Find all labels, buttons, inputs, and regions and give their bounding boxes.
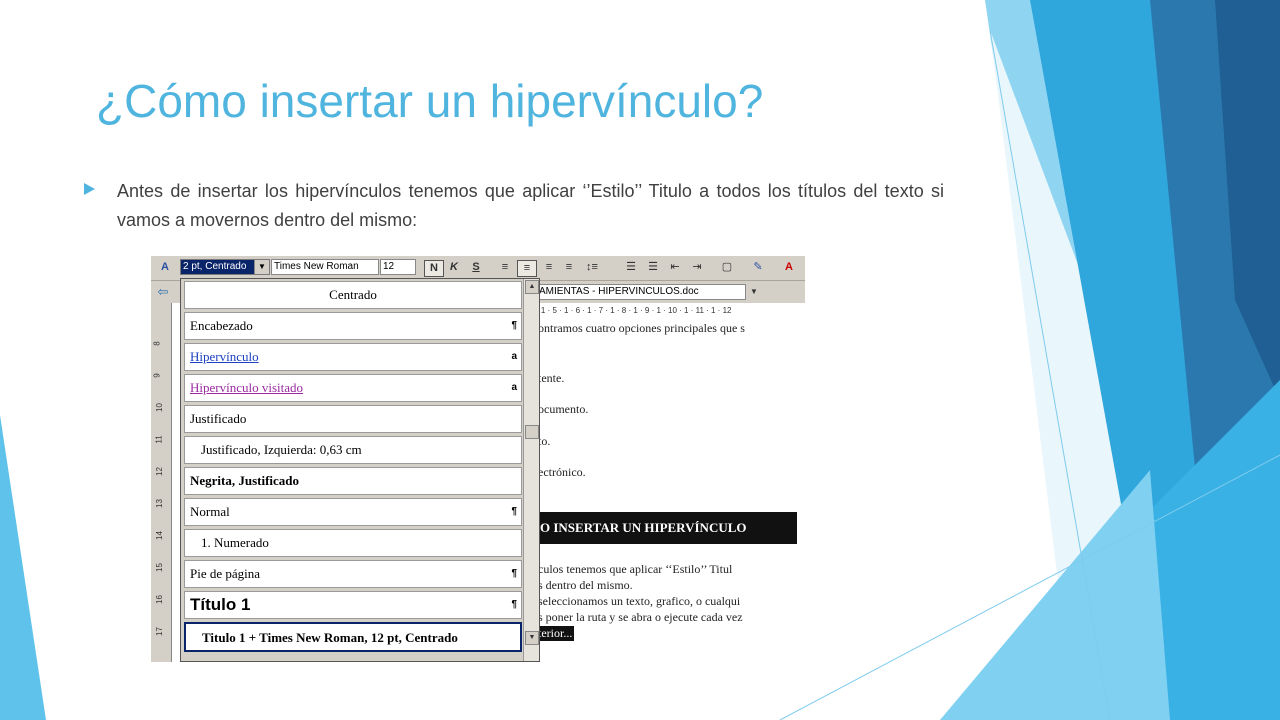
border-icon[interactable]: ▢ — [719, 260, 735, 275]
doc-line: seleccionamos un texto, grafico, o cualq… — [538, 594, 741, 608]
bullets-icon[interactable]: ☰ — [645, 260, 661, 275]
paragraph-mark-icon: ¶ — [511, 320, 517, 331]
chevron-down-icon[interactable]: ▼ — [749, 284, 759, 299]
style-item-justificado-izquierda[interactable]: Justificado, Izquierda: 0,63 cm — [184, 436, 522, 464]
style-item-hipervinculo[interactable]: Hipervínculo a — [184, 343, 522, 371]
style-item-label: Encabezado — [190, 318, 253, 333]
style-item-hipervinculo-visitado[interactable]: Hipervínculo visitado a — [184, 374, 522, 402]
doc-line: ontramos cuatro opciones principales que… — [538, 321, 745, 335]
bullet-item: Antes de insertar los hipervínculos tene… — [84, 177, 944, 235]
style-item-label: Normal — [190, 504, 230, 519]
style-item-encabezado[interactable]: Encabezado ¶ — [184, 312, 522, 340]
style-item-label: Pie de página — [190, 566, 261, 581]
doc-line: s dentro del mismo. — [538, 578, 633, 592]
ruler-mark: 16 — [154, 595, 164, 604]
align-center-icon[interactable]: ≡ — [517, 260, 537, 277]
italic-button[interactable]: K — [446, 260, 462, 275]
style-item-pie-de-pagina[interactable]: Pie de página ¶ — [184, 560, 522, 588]
style-item-titulo-1-selected[interactable]: Titulo 1 + Times New Roman, 12 pt, Centr… — [184, 622, 522, 652]
ruler-mark: 15 — [154, 563, 164, 572]
font-color-icon[interactable]: A — [781, 260, 797, 275]
font-select[interactable]: Times New Roman — [271, 259, 379, 275]
doc-line: tente. — [538, 371, 565, 385]
style-item-label: Justificado, Izquierda: 0,63 cm — [201, 442, 362, 457]
styles-pane-icon[interactable]: A — [157, 260, 173, 275]
character-style-icon: a — [511, 382, 517, 393]
doc-heading: O INSERTAR UN HIPERVÍNCULO — [536, 512, 797, 544]
ruler-mark: 9 — [152, 373, 162, 378]
style-item-normal[interactable]: Normal ¶ — [184, 498, 522, 526]
dropdown-scrollbar[interactable]: ▲ ▼ — [523, 279, 539, 661]
line-spacing-icon[interactable]: ↕≡ — [583, 260, 601, 275]
document-address[interactable]: AMIENTAS - HIPERVINCULOS.doc — [536, 284, 746, 300]
doc-line: culos tenemos que aplicar ‘‘Estilo’’ Tit… — [538, 562, 733, 576]
align-right-icon[interactable]: ≡ — [541, 260, 557, 275]
doc-line: ocumento. — [538, 402, 589, 416]
align-left-icon[interactable]: ≡ — [497, 260, 513, 275]
ruler-mark: 8 — [152, 341, 162, 346]
ruler-mark: 10 — [154, 403, 164, 412]
horizontal-ruler: · 1 · 5 · 1 · 6 · 1 · 7 · 1 · 8 · 1 · 9 … — [536, 304, 805, 319]
slide-title: ¿Cómo insertar un hipervínculo? — [96, 75, 764, 127]
left-deco-shape — [0, 415, 46, 720]
style-item-titulo-1[interactable]: Título 1 ¶ — [184, 591, 522, 619]
ruler-mark: 14 — [154, 531, 164, 540]
style-item-label: 1. Numerado — [201, 535, 269, 550]
justify-icon[interactable]: ≡ — [561, 260, 577, 275]
style-item-label: Titulo 1 + Times New Roman, 12 pt, Centr… — [202, 630, 458, 645]
paragraph-mark-icon: ¶ — [511, 568, 517, 579]
style-select[interactable]: 2 pt, Centrado ▼ — [180, 259, 270, 275]
scroll-thumb[interactable] — [525, 425, 539, 439]
paragraph-mark-icon: ¶ — [511, 599, 517, 610]
document-area[interactable]: ontramos cuatro opciones principales que… — [536, 318, 805, 662]
ruler-mark: 17 — [154, 627, 164, 636]
chevron-down-icon[interactable]: ▼ — [254, 260, 269, 274]
style-item-label: Hipervínculo visitado — [190, 380, 304, 395]
scroll-up-icon[interactable]: ▲ — [525, 280, 539, 294]
highlight-icon[interactable]: ✎ — [749, 260, 767, 275]
style-item-centrado[interactable]: Centrado — [184, 281, 522, 309]
style-item-negrita-justificado[interactable]: Negrita, Justificado — [184, 467, 522, 495]
paragraph-mark-icon: ¶ — [511, 506, 517, 517]
doc-line: s poner la ruta y se abra o ejecute cada… — [538, 610, 743, 624]
ruler-mark: 13 — [154, 499, 164, 508]
ruler-mark: 11 — [154, 435, 164, 444]
style-item-numerado[interactable]: 1. Numerado — [184, 529, 522, 557]
style-item-label: Título 1 — [190, 595, 251, 614]
vertical-ruler: 8 9 10 11 12 13 14 15 16 17 — [151, 303, 172, 662]
numbering-icon[interactable]: ☰ — [623, 260, 639, 275]
style-dropdown-list[interactable]: Centrado Encabezado ¶ Hipervínculo a Hip… — [180, 278, 540, 662]
doc-line-selected: terior... — [538, 626, 575, 641]
style-item-label: Hipervínculo — [190, 349, 259, 364]
increase-indent-icon[interactable]: ⇥ — [689, 260, 705, 275]
bullet-text: Antes de insertar los hipervínculos tene… — [117, 181, 944, 230]
character-style-icon: a — [511, 351, 517, 362]
embedded-word-screenshot: A 2 pt, Centrado ▼ Times New Roman 12 N … — [151, 256, 805, 662]
underline-button[interactable]: S — [468, 260, 484, 275]
bullet-arrow-icon — [84, 183, 95, 195]
back-arrow-icon[interactable]: ⇦ — [155, 284, 171, 299]
style-select-value: 2 pt, Centrado — [181, 260, 254, 274]
font-size-select[interactable]: 12 — [380, 259, 416, 275]
style-item-label: Centrado — [329, 287, 377, 302]
decrease-indent-icon[interactable]: ⇤ — [667, 260, 683, 275]
ruler-mark: 12 — [154, 467, 164, 476]
doc-line: ectrónico. — [538, 465, 586, 479]
style-item-label: Negrita, Justificado — [190, 473, 300, 488]
scroll-down-icon[interactable]: ▼ — [525, 631, 539, 645]
style-item-label: Justificado — [190, 411, 247, 426]
bold-button[interactable]: N — [424, 260, 444, 277]
style-item-justificado[interactable]: Justificado — [184, 405, 522, 433]
